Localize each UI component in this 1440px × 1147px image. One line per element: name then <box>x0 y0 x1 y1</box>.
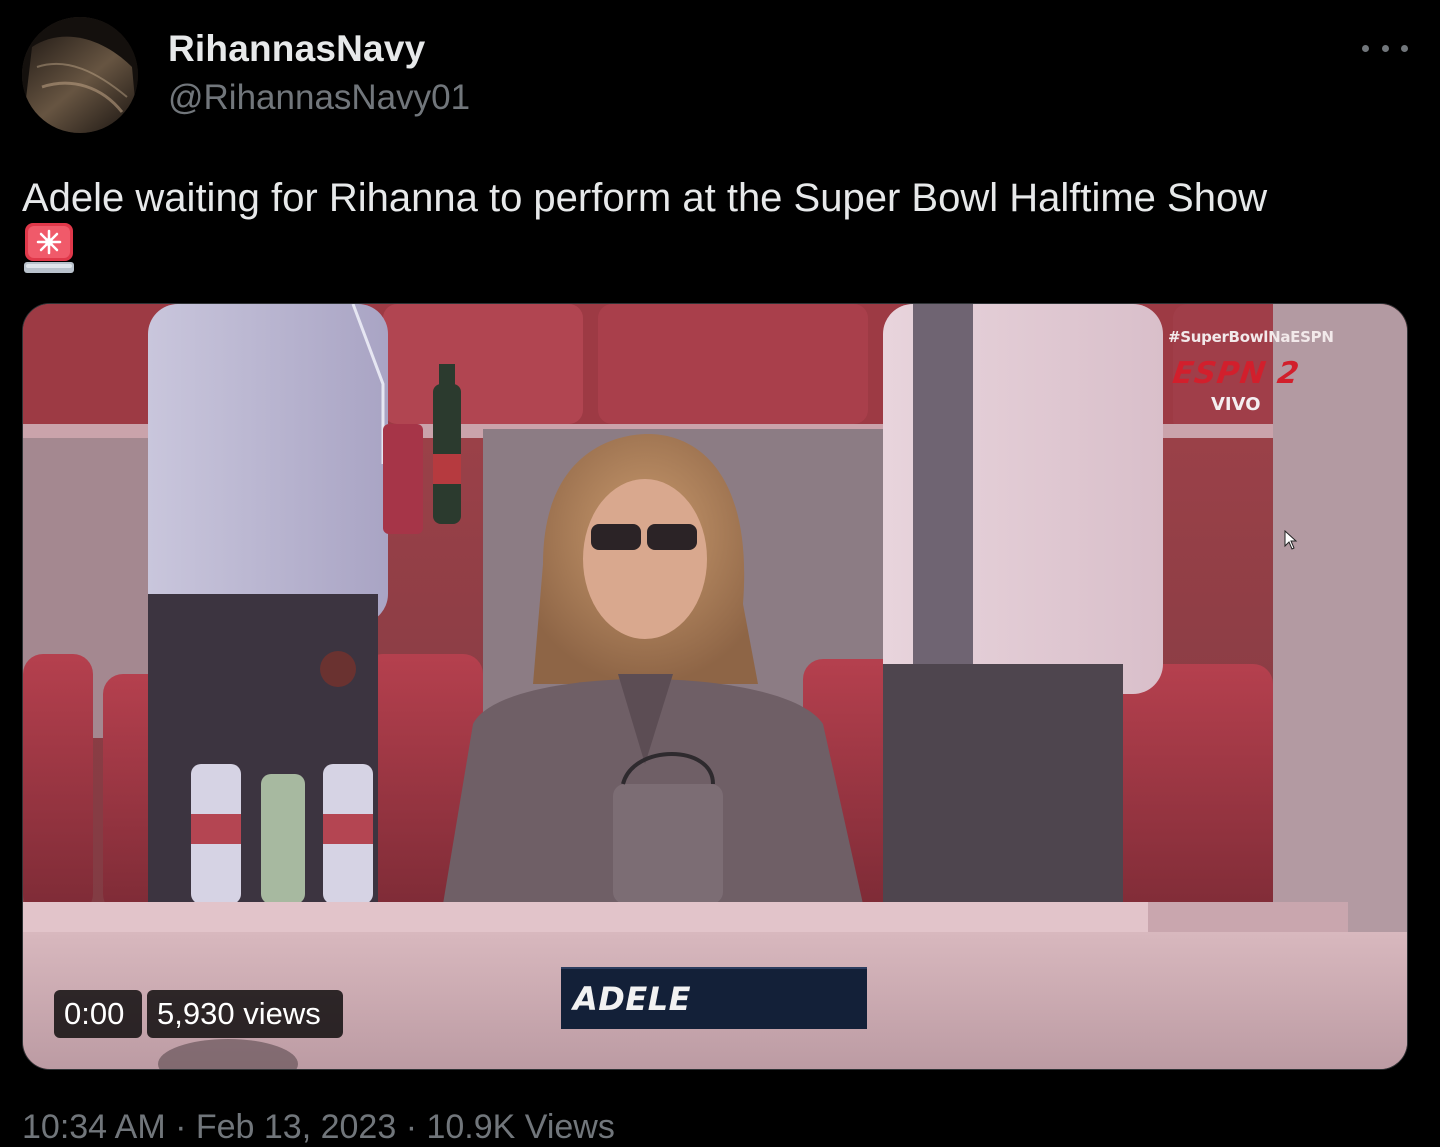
author-handle[interactable]: @RihannasNavy01 <box>168 78 470 118</box>
video-views: 5,930 views <box>147 990 343 1038</box>
cursor-icon <box>1284 530 1298 550</box>
name-card-label: ADELE <box>573 980 691 1018</box>
video-player[interactable]: #SuperBowlNaESPN ESPN 2 VIVO ADELE 0:00 … <box>22 303 1408 1070</box>
network-logo: ESPN 2 <box>1170 356 1302 391</box>
name-card: ADELE <box>561 967 867 1029</box>
more-icon[interactable] <box>1362 33 1408 63</box>
siren-emoji-icon <box>24 223 74 273</box>
avatar[interactable] <box>22 17 138 133</box>
hashtag-overlay: #SuperBowlNaESPN <box>1168 328 1334 346</box>
video-timestamp: 0:00 <box>54 990 142 1038</box>
author-display-name[interactable]: RihannasNavy <box>168 28 425 70</box>
live-label: VIVO <box>1211 394 1261 415</box>
video-frame <box>23 304 1407 1069</box>
tweet-text: Adele waiting for Rihanna to perform at … <box>22 176 1268 220</box>
tweet: RihannasNavy @RihannasNavy01 Adele waiti… <box>0 0 1440 1146</box>
tweet-meta[interactable]: 10:34 AM · Feb 13, 2023 · 10.9K Views <box>22 1108 615 1147</box>
